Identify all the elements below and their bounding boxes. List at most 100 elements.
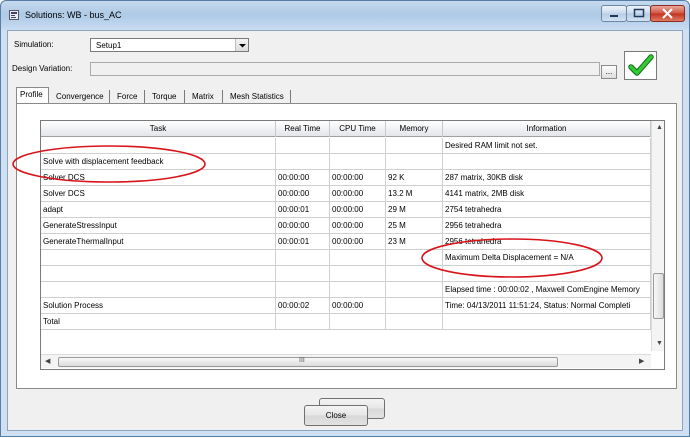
minimize-icon	[610, 15, 618, 17]
close-icon	[662, 8, 673, 19]
cell-real-time: 00:00:00	[276, 170, 330, 186]
cell-real-time	[276, 266, 330, 282]
cell-real-time	[276, 250, 330, 266]
table-header: Task Real Time CPU Time Memory Informati…	[41, 121, 664, 137]
cell-cpu-time: 00:00:00	[330, 170, 386, 186]
cell-real-time: 00:00:01	[276, 202, 330, 218]
cell-cpu-time	[330, 250, 386, 266]
cell-memory	[386, 314, 443, 330]
scroll-down-icon[interactable]: ▼	[656, 340, 663, 347]
table-row[interactable]: Desired RAM limit not set.	[41, 138, 651, 154]
column-header-task[interactable]: Task	[41, 121, 276, 137]
column-header-information[interactable]: Information	[443, 121, 651, 137]
cell-cpu-time	[330, 282, 386, 298]
cell-memory	[386, 282, 443, 298]
design-variation-label: Design Variation:	[12, 64, 73, 73]
cell-memory	[386, 138, 443, 154]
close-window-button[interactable]	[650, 5, 685, 22]
vertical-scroll-thumb[interactable]	[653, 273, 664, 319]
cell-cpu-time	[330, 314, 386, 330]
cell-memory	[386, 154, 443, 170]
cell-information: 2754 tetrahedra	[443, 202, 651, 218]
cell-cpu-time: 00:00:00	[330, 218, 386, 234]
scroll-right-icon[interactable]: ▶	[639, 357, 644, 365]
table-row[interactable]: Total	[41, 314, 651, 330]
chevron-down-icon	[239, 44, 246, 48]
maximize-icon	[633, 8, 645, 18]
cell-cpu-time	[330, 138, 386, 154]
cell-cpu-time: 00:00:00	[330, 186, 386, 202]
tab-torque[interactable]: Torque	[149, 90, 185, 104]
column-header-memory[interactable]: Memory	[386, 121, 443, 137]
scroll-left-icon[interactable]: ◀	[45, 357, 50, 365]
minimize-button[interactable]	[601, 5, 627, 22]
cell-information	[443, 314, 651, 330]
table-row[interactable]: adapt 00:00:01 00:00:00 29 M 2754 tetrahedra	[41, 202, 651, 218]
cell-information: Time: 04/13/2011 11:51:24, Status: Norma…	[443, 298, 651, 314]
cell-memory	[386, 250, 443, 266]
tab-matrix[interactable]: Matrix	[189, 90, 223, 104]
scroll-grip: III	[299, 357, 305, 364]
table-row[interactable]: Elapsed time : 00:00:02 , Maxwell ComEng…	[41, 282, 651, 298]
horizontal-scrollbar[interactable]: ◀ III ▶	[41, 354, 651, 368]
simulation-select[interactable]: Setup1	[90, 38, 249, 52]
app-icon	[9, 10, 19, 20]
table-row[interactable]: Solver DCS 00:00:00 00:00:00 13.2 M 4141 mat…	[41, 186, 651, 202]
cell-information: 2956 tetrahedra	[443, 218, 651, 234]
cell-task: Solver DCS	[41, 170, 276, 186]
simulation-label: Simulation:	[14, 40, 54, 49]
column-header-real-time[interactable]: Real Time	[276, 121, 330, 137]
design-variation-field[interactable]	[90, 62, 600, 76]
vertical-scrollbar[interactable]: ▲ ▼	[651, 121, 664, 351]
cell-cpu-time: 00:00:00	[330, 202, 386, 218]
cell-cpu-time: 00:00:00	[330, 298, 386, 314]
profile-table[interactable]: Task Real Time CPU Time Memory Informati…	[40, 120, 665, 370]
cell-memory	[386, 298, 443, 314]
cell-task: Solution Process	[41, 298, 276, 314]
cell-information: Desired RAM limit not set.	[443, 138, 651, 154]
table-row[interactable]: GenerateStressInput 00:00:00 00:00:00 25 M2…	[41, 218, 651, 234]
table-row[interactable]: Solver DCS 00:00:00 00:00:00 92 K 287 matrix…	[41, 170, 651, 186]
window-title: Solutions: WB - bus_AC	[25, 10, 122, 20]
profile-panel: Task Real Time CPU Time Memory Informati…	[16, 103, 677, 419]
cell-information: Elapsed time : 00:00:02 , Maxwell ComEng…	[443, 282, 651, 298]
table-row[interactable]: Solve with displacement feedback	[41, 154, 651, 170]
cell-memory: 23 M	[386, 234, 443, 250]
cell-memory: 92 K	[386, 170, 443, 186]
table-row[interactable]: GenerateThermalInput 00:00:01 00:00:00 23 M…	[41, 234, 651, 250]
tab-convergence[interactable]: Convergence	[53, 90, 110, 104]
cell-task	[41, 266, 276, 282]
cell-memory: 25 M	[386, 218, 443, 234]
title-bar[interactable]: Solutions: WB - bus_AC	[1, 1, 689, 29]
design-variation-browse-button[interactable]: ...	[601, 65, 617, 79]
maximize-button[interactable]	[626, 5, 651, 22]
cell-real-time	[276, 314, 330, 330]
close-button[interactable]: Close	[304, 405, 368, 426]
scroll-up-icon[interactable]: ▲	[656, 124, 663, 131]
dropdown-arrow[interactable]	[235, 39, 248, 51]
cell-information: 2956 tetrahedra	[443, 234, 651, 250]
cell-information	[443, 266, 651, 282]
cell-task: adapt	[41, 202, 276, 218]
status-check	[624, 51, 657, 80]
cell-memory	[386, 266, 443, 282]
cell-information: 4141 matrix, 2MB disk	[443, 186, 651, 202]
table-row[interactable]: Solution Process 00:00:02 00:00:00 Time: 04…	[41, 298, 651, 314]
dialog-body: Simulation: Setup1 Design Variation: ...…	[7, 30, 683, 431]
table-row[interactable]: Maximum Delta Displacement = N/A	[41, 250, 651, 266]
cell-task: Total	[41, 314, 276, 330]
tab-mesh-statistics[interactable]: Mesh Statistics	[227, 90, 291, 104]
cell-task: GenerateStressInput	[41, 218, 276, 234]
column-header-cpu-time[interactable]: CPU Time	[330, 121, 386, 137]
table-row[interactable]	[41, 266, 651, 282]
simulation-value: Setup1	[96, 41, 122, 50]
cell-memory: 13.2 M	[386, 186, 443, 202]
cell-cpu-time	[330, 266, 386, 282]
tab-profile[interactable]: Profile	[16, 87, 49, 104]
cell-real-time	[276, 138, 330, 154]
horizontal-scroll-thumb[interactable]: III	[58, 357, 558, 367]
cell-memory: 29 M	[386, 202, 443, 218]
tab-force[interactable]: Force	[114, 90, 145, 104]
cell-real-time	[276, 154, 330, 170]
cell-information: Maximum Delta Displacement = N/A	[443, 250, 651, 266]
